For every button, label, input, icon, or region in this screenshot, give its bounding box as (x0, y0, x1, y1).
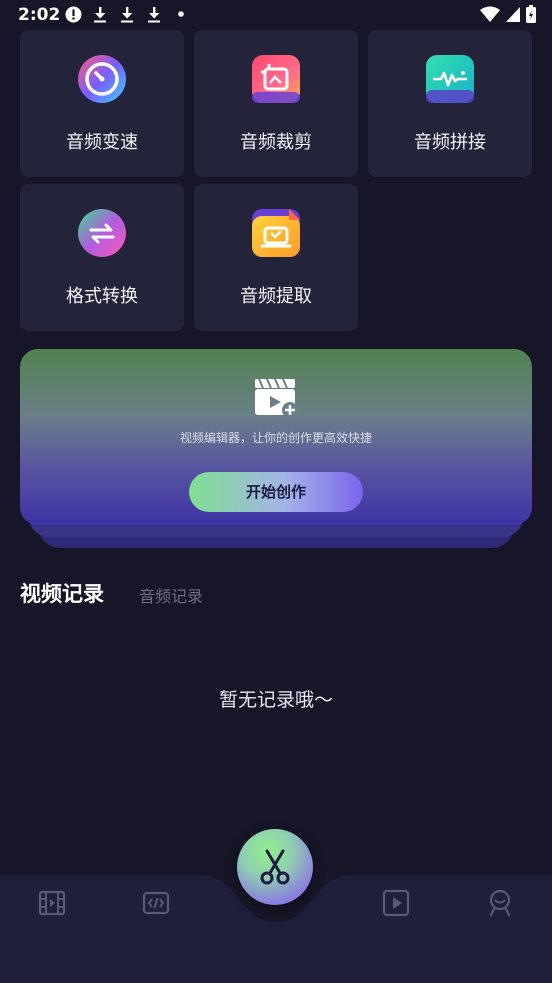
convert-icon (77, 208, 127, 258)
alert-icon (64, 5, 82, 23)
dot-icon (172, 5, 190, 23)
empty-state-text: 暂无记录哦～ (218, 689, 333, 711)
wifi-icon (480, 6, 500, 26)
profile-icon[interactable] (485, 888, 515, 918)
extract-icon (251, 208, 301, 258)
tool-label: 音频提取 (240, 286, 312, 307)
battery-icon (526, 5, 536, 27)
tool-audio-merge[interactable]: 音频拼接 (368, 30, 532, 177)
download-icon (145, 5, 163, 23)
tool-audio-speed[interactable]: 音频变速 (20, 30, 184, 177)
banner-description: 视频编辑器，让你的创作更高效快捷 (179, 431, 372, 445)
status-time: 2:02 (18, 5, 61, 25)
tool-label: 音频裁剪 (240, 132, 312, 153)
signal-icon (506, 6, 520, 26)
system-icons (480, 5, 536, 27)
scissors-fab-button[interactable] (237, 829, 313, 905)
waveform-icon (425, 54, 475, 104)
scissors-icon (259, 849, 291, 885)
tool-label: 音频拼接 (414, 132, 486, 153)
status-bar: 2:02 (0, 0, 552, 30)
crop-icon (251, 54, 301, 104)
play-icon[interactable] (381, 888, 411, 918)
code-icon[interactable] (141, 888, 171, 918)
film-icon[interactable] (37, 888, 67, 918)
notification-icons (64, 5, 190, 23)
start-creating-button[interactable]: 开始创作 (189, 472, 363, 512)
tool-label: 格式转换 (66, 286, 138, 307)
clapperboard-add-icon (253, 377, 299, 419)
download-icon (118, 5, 136, 23)
tool-format-convert[interactable]: 格式转换 (20, 184, 184, 331)
tab-audio-records[interactable]: 音频记录 (139, 583, 203, 607)
tool-audio-crop[interactable]: 音频裁剪 (194, 30, 358, 177)
tab-video-records[interactable]: 视频记录 (20, 578, 104, 608)
speed-dial-icon (77, 54, 127, 104)
tool-audio-extract[interactable]: 音频提取 (194, 184, 358, 331)
video-editor-banner: 视频编辑器，让你的创作更高效快捷 开始创作 (20, 349, 532, 525)
download-icon (91, 5, 109, 23)
app-screen: 2:02 音频变速 音频裁剪 音频拼接 格式转换 音频提取 视频编辑器，让你的创… (0, 0, 552, 983)
tool-label: 音频变速 (66, 132, 138, 153)
